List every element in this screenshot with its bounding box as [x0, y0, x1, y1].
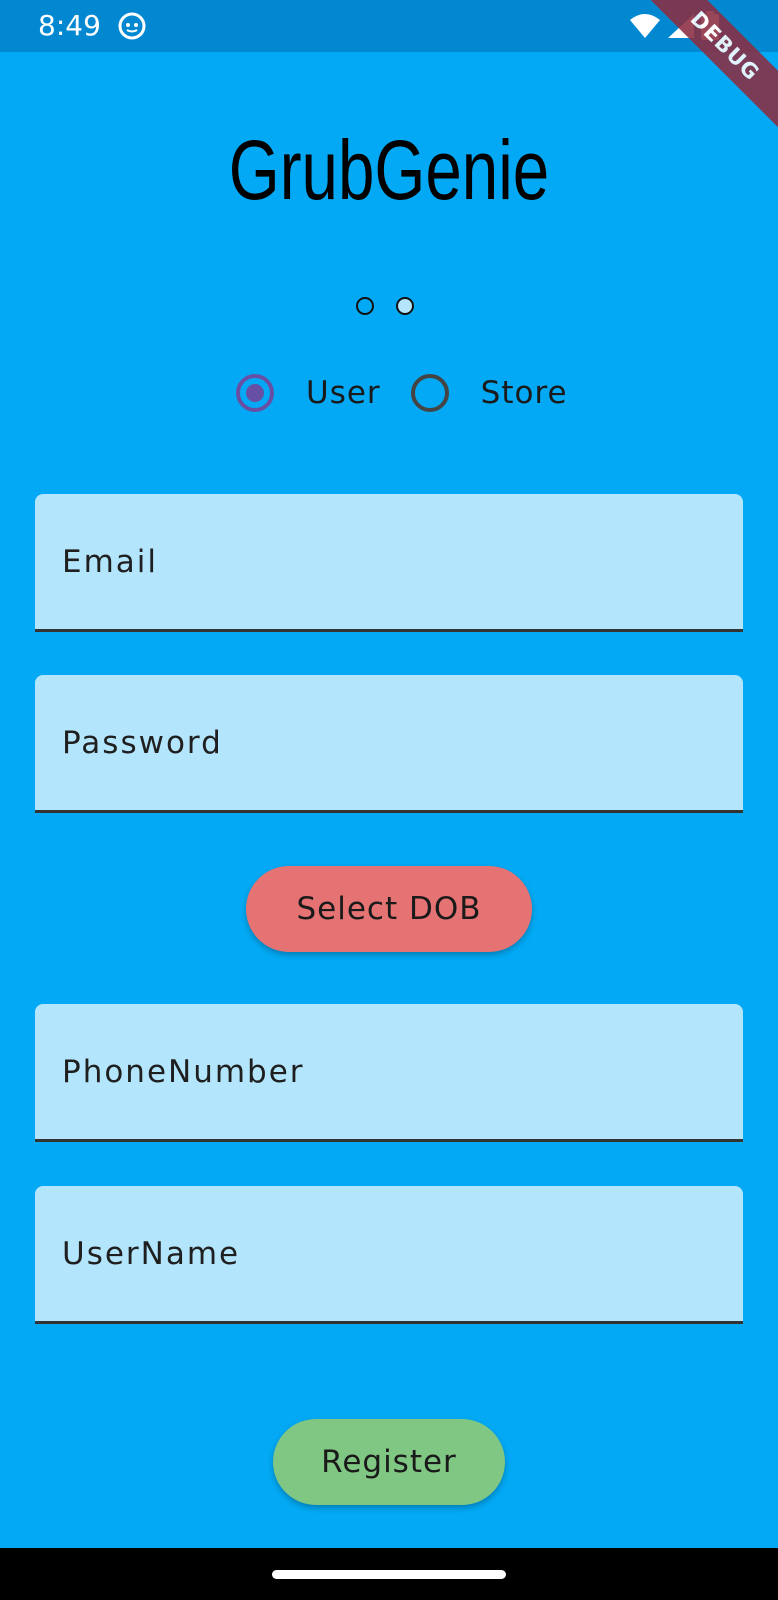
password-field-container: [35, 675, 743, 813]
username-field[interactable]: [35, 1186, 743, 1321]
radio-button-store[interactable]: [410, 374, 449, 412]
account-type-radio-group: User Store: [236, 374, 598, 412]
page-dot-active[interactable]: [356, 297, 374, 315]
radio-label-user: User: [306, 375, 381, 411]
phone-field-container: [35, 1004, 743, 1142]
email-field[interactable]: [35, 494, 743, 629]
radio-option-store[interactable]: Store: [410, 374, 568, 412]
radio-button-user[interactable]: [236, 374, 274, 412]
phone-number-field[interactable]: [35, 1004, 743, 1139]
select-dob-button[interactable]: Select DOB: [246, 866, 532, 952]
register-screen: 8:49 DEBUG GrubGenie User Store Email Se…: [0, 0, 778, 1600]
wifi-icon: [630, 14, 660, 38]
register-button[interactable]: Register: [273, 1419, 505, 1505]
navigation-bar: [0, 1548, 778, 1600]
home-gesture-handle[interactable]: [272, 1570, 506, 1579]
email-field-container: [35, 494, 743, 632]
radio-label-store: Store: [480, 375, 568, 411]
app-title: GrubGenie: [228, 123, 550, 217]
android-robot-icon: [118, 12, 146, 40]
page-dot-inactive[interactable]: [396, 297, 414, 315]
username-field-container: [35, 1186, 743, 1324]
password-field[interactable]: [35, 675, 743, 810]
status-time: 8:49: [38, 9, 101, 42]
radio-option-user[interactable]: User: [236, 374, 381, 412]
page-indicator: [356, 297, 414, 315]
